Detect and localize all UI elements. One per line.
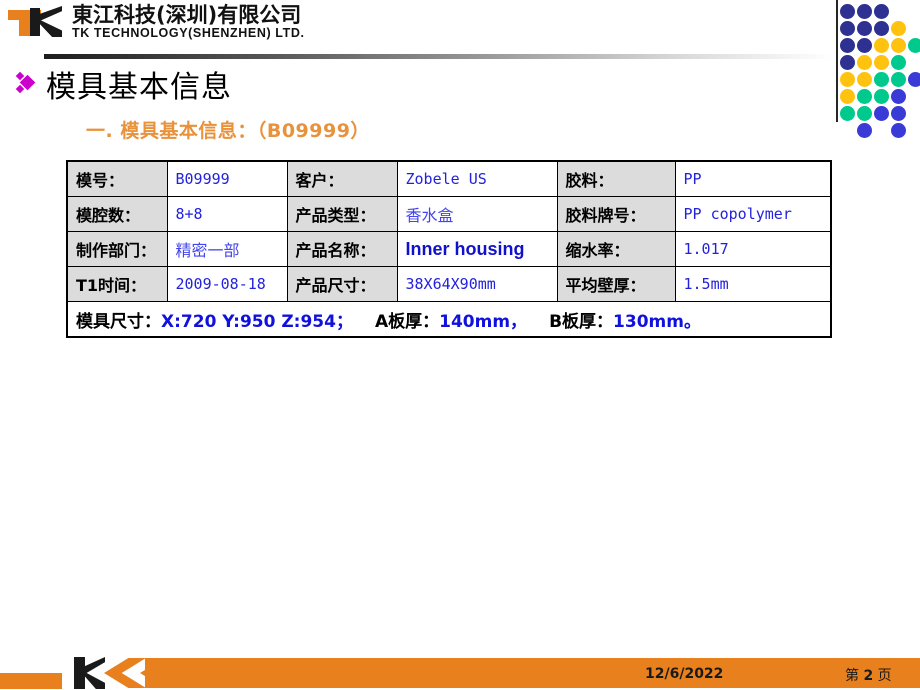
summary-plate-b-value: 130mm。 (613, 311, 701, 332)
footer-page-number: 第 2 页 (845, 665, 892, 685)
decorative-dot (857, 55, 872, 70)
header-divider-rule (44, 54, 834, 59)
slide-root: 東江科技(深圳)有限公司 TK TECHNOLOGY(SHENZHEN) LTD… (0, 0, 920, 690)
cell-value-product-name: Inner housing (396, 231, 558, 267)
mold-info-table: 模号： B09999 客户： Zobele US 胶料： PP 模腔数： 8+8… (66, 160, 832, 338)
table-row: 模号： B09999 客户： Zobele US 胶料： PP (66, 160, 832, 197)
footer-date: 12/6/2022 (645, 666, 724, 682)
cell-label-product-name: 产品名称： (286, 231, 398, 267)
cell-value-t1-date: 2009-08-18 (166, 266, 288, 302)
summary-plate-a-label: A板厚： (374, 311, 440, 332)
cell-value-resin-grade: PP copolymer (674, 196, 832, 232)
cell-value-product-type: 香水盒 (396, 196, 558, 232)
decorative-dot (891, 89, 906, 104)
table-row: 制作部门： 精密一部 产品名称： Inner housing 缩水率： 1.01… (66, 231, 832, 267)
cell-value-shrinkage: 1.017 (674, 231, 832, 267)
decorative-dot (891, 72, 906, 87)
decorative-dot (840, 4, 855, 19)
decorative-dot (840, 72, 855, 87)
cell-label-shrinkage: 缩水率： (556, 231, 676, 267)
page-prefix-label: 第 (845, 668, 859, 684)
cell-label-department: 制作部门： (66, 231, 168, 267)
tk-logo-mark (8, 4, 66, 42)
company-logo: 東江科技(深圳)有限公司 TK TECHNOLOGY(SHENZHEN) LTD… (8, 4, 305, 42)
cell-label-t1-date: T1时间： (66, 266, 168, 302)
decorative-dot (874, 106, 889, 121)
cell-value-mold-number: B09999 (166, 160, 288, 197)
decorative-dot (840, 89, 855, 104)
decorative-dot (891, 55, 906, 70)
decorative-dot (857, 21, 872, 36)
cell-value-department: 精密一部 (166, 231, 288, 267)
decorative-dot (857, 89, 872, 104)
cell-label-customer: 客户： (286, 160, 398, 197)
table-row: 模腔数： 8+8 产品类型： 香水盒 胶料牌号： PP copolymer (66, 196, 832, 232)
logo-wordmark: 東江科技(深圳)有限公司 TK TECHNOLOGY(SHENZHEN) LTD… (72, 4, 305, 40)
logo-english-name: TK TECHNOLOGY(SHENZHEN) LTD. (72, 26, 305, 40)
decorative-dot (874, 38, 889, 53)
summary-plate-b-label: B板厚： (549, 311, 614, 332)
decorative-dot (874, 72, 889, 87)
table-row: T1时间： 2009-08-18 产品尺寸： 38X64X90mm 平均壁厚： … (66, 266, 832, 302)
diamond-bullet-icon (15, 71, 42, 97)
cell-value-cavity-count: 8+8 (166, 196, 288, 232)
decorative-dot (874, 21, 889, 36)
cell-value-wall-thickness: 1.5mm (674, 266, 832, 302)
decorative-dot (874, 4, 889, 19)
decorative-dot (857, 4, 872, 19)
decorative-dot (874, 55, 889, 70)
decorative-dot (840, 55, 855, 70)
cell-label-mold-number: 模号： (66, 160, 168, 197)
cell-value-product-size: 38X64X90mm (396, 266, 558, 302)
decorative-dot (857, 38, 872, 53)
footer-logo-t-stem-shape (0, 673, 30, 689)
cell-mold-dimensions-summary: 模具尺寸：X:720 Y:950 Z:954； A板厚：140mm， B板厚：130… (66, 301, 832, 338)
cell-label-resin-grade: 胶料牌号： (556, 196, 676, 232)
page-number-value: 2 (863, 668, 874, 684)
decorative-dot (891, 123, 906, 138)
dotgrid-vertical-rule (836, 0, 838, 122)
mold-info-table-wrap: 模号： B09999 客户： Zobele US 胶料： PP 模腔数： 8+8… (66, 160, 832, 338)
decorative-dot (908, 38, 920, 53)
table-row-summary: 模具尺寸：X:720 Y:950 Z:954； A板厚：140mm， B板厚：130… (66, 301, 832, 338)
decorative-dot (857, 72, 872, 87)
decorative-dot (857, 106, 872, 121)
decorative-dot (891, 106, 906, 121)
decorative-dot (891, 21, 906, 36)
decorative-dot (840, 21, 855, 36)
summary-mold-size-label: 模具尺寸： (76, 311, 161, 332)
decorative-dot (908, 72, 920, 87)
decorative-dot (874, 89, 889, 104)
cell-label-wall-thickness: 平均壁厚： (556, 266, 676, 302)
summary-plate-a-value: 140mm， (439, 311, 528, 332)
decorative-dot (857, 123, 872, 138)
slide-title: 模具基本信息 (15, 62, 232, 106)
decorative-dot (840, 38, 855, 53)
cell-label-resin: 胶料： (556, 160, 676, 197)
slide-title-text: 模具基本信息 (46, 70, 232, 105)
decorative-dot (891, 38, 906, 53)
cell-value-customer: Zobele US (396, 160, 558, 197)
decorative-dot-grid (840, 4, 920, 138)
cell-value-resin: PP (674, 160, 832, 197)
cell-label-product-size: 产品尺寸： (286, 266, 398, 302)
cell-label-cavity-count: 模腔数： (66, 196, 168, 232)
slide-footer: 12/6/2022 第 2 页 (0, 650, 920, 690)
cell-label-product-type: 产品类型： (286, 196, 398, 232)
footer-orange-bar (145, 658, 920, 688)
logo-chinese-name: 東江科技(深圳)有限公司 (72, 3, 302, 27)
page-suffix-label: 页 (877, 668, 892, 684)
section-heading: 一. 模具基本信息：（B09999） (86, 120, 370, 142)
footer-chevron-icon (104, 658, 146, 688)
decorative-dot (840, 106, 855, 121)
footer-logo-k-mark (52, 657, 106, 689)
logo-t-stem-shape (19, 10, 30, 36)
summary-mold-size-value: X:720 Y:950 Z:954； (161, 311, 353, 332)
